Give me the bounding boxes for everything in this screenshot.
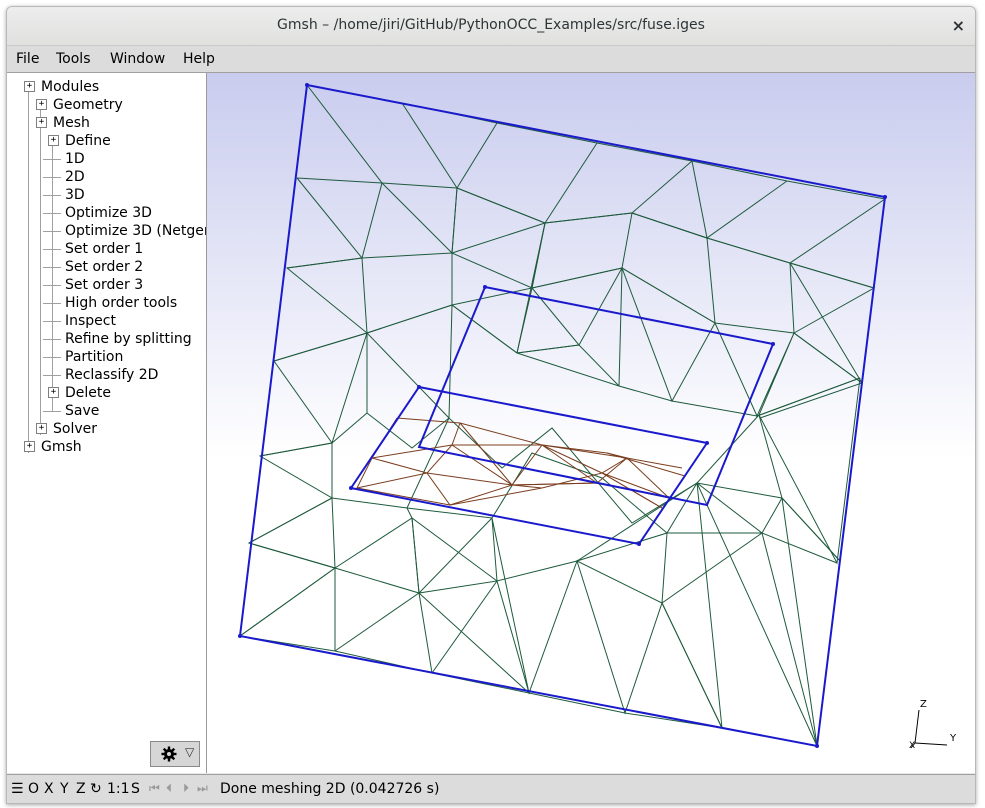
origin-button[interactable]: O [28,781,39,797]
scale-button[interactable]: 1:1 [107,781,130,797]
tree-item-refine[interactable]: Refine by splitting [65,330,192,348]
module-tree: + Modules + Geometry + Mesh + Define 1D … [7,73,207,773]
tree-label: Solver [53,421,97,437]
options-gear-button[interactable]: ▽ [150,741,200,767]
previous-step-icon[interactable]: ⏴ [166,781,172,796]
expand-icon[interactable]: + [24,441,35,452]
menu-tools[interactable]: Tools [56,51,91,67]
tree-item-save[interactable]: Save [65,402,99,420]
tree-item-2d[interactable]: 2D [65,168,85,186]
axis-y-label: Y [949,733,957,744]
tree-connector [43,195,61,196]
tree-connector [43,303,61,304]
tree-label: Define [65,133,111,149]
select-button[interactable]: S [131,781,140,797]
first-step-icon[interactable]: ⏮ [149,781,160,796]
menu-bar: File Tools Window Help [7,46,975,73]
menu-icon[interactable]: ☰ [11,781,24,797]
last-step-icon[interactable]: ⏭ [197,781,208,796]
tree-item-1d[interactable]: 1D [65,150,85,168]
tree-item-optimize-3d-netgen[interactable]: Optimize 3D (Netgen) [65,222,206,240]
expand-icon[interactable]: + [36,117,47,128]
tree-connector [43,231,61,232]
tree-item-set-order-1[interactable]: Set order 1 [65,240,143,258]
tree-connector [43,159,61,160]
gmsh-window: Gmsh – /home/jiri/GitHub/PythonOCC_Examp… [6,6,976,804]
tree-label: Modules [41,79,100,95]
expand-icon[interactable]: + [48,135,59,146]
close-icon[interactable]: × [952,16,965,35]
axis-x-label: X [909,741,915,751]
mesh-view[interactable]: Z Y X [207,73,975,773]
tree-connector [43,177,61,178]
tree-connector [28,87,29,453]
x-axis-button[interactable]: X [44,781,54,797]
tree-item-inspect[interactable]: Inspect [65,312,116,330]
z-axis-button[interactable]: Z [76,781,86,797]
tree-label: Gmsh [41,439,82,455]
axis-z-label: Z [920,699,927,710]
menu-file[interactable]: File [16,51,39,67]
tree-item-high-order-tools[interactable]: High order tools [65,294,177,312]
tree-connector [43,249,61,250]
window-title: Gmsh – /home/jiri/GitHub/PythonOCC_Examp… [277,17,705,33]
gear-icon [161,746,177,762]
tree-connector [43,375,61,376]
geometry-boundary [238,83,887,748]
tree-item-optimize-3d[interactable]: Optimize 3D [65,204,152,222]
tree-connector [43,321,61,322]
tree-connector [40,105,41,435]
tree-item-set-order-3[interactable]: Set order 3 [65,276,143,294]
y-axis-button[interactable]: Y [60,781,69,797]
tree-connector [43,357,61,358]
tree-label: Delete [65,385,111,401]
tree-label: Mesh [53,115,90,131]
tree-connector [43,267,61,268]
tree-item-3d[interactable]: 3D [65,186,85,204]
tree-connector [43,285,61,286]
tree-label: Geometry [53,97,123,113]
tree-item-reclassify[interactable]: Reclassify 2D [65,366,158,384]
tree-connector [43,213,61,214]
expand-icon[interactable]: + [36,423,47,434]
tree-connector [52,141,53,411]
graphics-viewport[interactable]: Z Y X [207,73,975,773]
expand-icon[interactable]: + [36,99,47,110]
menu-window[interactable]: Window [110,51,165,67]
expand-icon[interactable]: + [48,387,59,398]
title-bar[interactable]: Gmsh – /home/jiri/GitHub/PythonOCC_Examp… [7,7,975,46]
status-message: Done meshing 2D (0.042726 s) [220,781,440,797]
dropdown-arrow-icon: ▽ [185,745,195,759]
axes-gizmo: Z Y X [909,699,957,751]
tree-item-partition[interactable]: Partition [65,348,123,366]
tree-item-set-order-2[interactable]: Set order 2 [65,258,143,276]
tree-connector [43,411,61,412]
status-bar: ☰ O X Y Z ↻ 1:1 S ⏮ ⏴ ⏵ ⏭ Done meshing 2… [7,774,975,803]
tree-connector [43,339,61,340]
next-step-icon[interactable]: ⏵ [183,781,189,796]
menu-help[interactable]: Help [183,51,215,67]
expand-icon[interactable]: + [24,81,35,92]
inner-mesh-edges [356,417,686,509]
rotate-icon[interactable]: ↻ [90,781,102,797]
